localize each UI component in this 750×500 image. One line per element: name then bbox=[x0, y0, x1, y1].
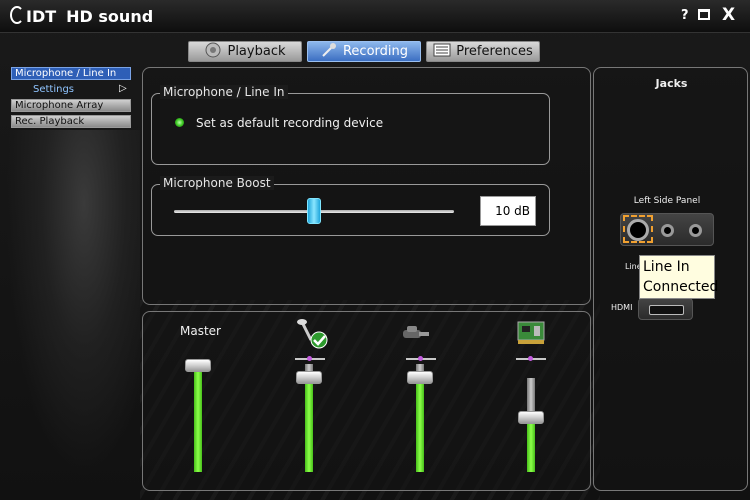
microphone-icon bbox=[320, 42, 338, 61]
fader-level-pc-card bbox=[527, 418, 535, 472]
boost-title: Microphone Boost bbox=[160, 176, 274, 190]
fader-level-microphone bbox=[305, 378, 313, 472]
left-side-panel-label: Left Side Panel bbox=[633, 196, 701, 206]
close-button[interactable]: X bbox=[722, 5, 735, 25]
jack-tooltip: Line In Connected bbox=[639, 255, 719, 299]
group-title: Microphone / Line In bbox=[160, 85, 288, 99]
boost-slider-thumb[interactable] bbox=[307, 198, 321, 224]
brand-hd: HD bbox=[66, 7, 93, 26]
speaker-icon bbox=[204, 42, 222, 61]
balance-thumb-line-in[interactable] bbox=[418, 356, 423, 361]
hdmi-port-icon[interactable] bbox=[649, 305, 684, 315]
brand-sound: sound bbox=[98, 7, 154, 26]
idt-logo-icon bbox=[10, 6, 24, 24]
tab-preferences-label: Preferences bbox=[456, 44, 533, 59]
tab-preferences[interactable]: Preferences bbox=[426, 41, 540, 62]
master-label: Master bbox=[180, 324, 221, 338]
tooltip-line-2: Connected bbox=[643, 279, 719, 295]
balance-thumb-pc-card[interactable] bbox=[528, 356, 533, 361]
pc-card-icon bbox=[514, 320, 548, 350]
fader-level-line-in bbox=[416, 378, 424, 472]
tab-recording[interactable]: Recording bbox=[307, 41, 421, 62]
minimize-button[interactable] bbox=[698, 9, 710, 20]
jacks-panel: Jacks Left Side Panel Line HDMI Line In … bbox=[593, 67, 748, 491]
tooltip-line-1: Line In bbox=[643, 259, 690, 275]
background-dancer-graphic bbox=[0, 130, 140, 500]
line-in-plug-icon bbox=[401, 324, 435, 348]
microphone-default-icon bbox=[293, 318, 329, 354]
hdmi-label: HDMI bbox=[611, 303, 633, 312]
mic-jack-icon[interactable] bbox=[661, 224, 674, 237]
hdmi-port-plate bbox=[638, 298, 693, 320]
sidebar-item-microphone-line-in[interactable]: Microphone / Line In bbox=[11, 67, 131, 80]
fader-thumb-microphone[interactable] bbox=[296, 371, 322, 385]
list-icon bbox=[433, 43, 451, 60]
microphone-boost-group: Microphone Boost 10 dB bbox=[151, 176, 550, 236]
title-bar: IDT HD sound ? X bbox=[0, 0, 750, 33]
headphone-jack-icon[interactable] bbox=[689, 224, 702, 237]
balance-thumb-microphone[interactable] bbox=[307, 356, 312, 361]
sidebar-item-microphone-array[interactable]: Microphone Array bbox=[11, 99, 131, 112]
sidebar-subitem-settings[interactable]: Settings bbox=[33, 84, 74, 95]
left-side-jack-plate bbox=[620, 213, 714, 246]
jacks-title: Jacks bbox=[655, 77, 688, 90]
default-device-label[interactable]: Set as default recording device bbox=[196, 116, 383, 130]
app-logo: IDT HD sound bbox=[10, 6, 153, 26]
brand-company: IDT bbox=[26, 7, 57, 26]
fader-thumb-pc-card[interactable] bbox=[518, 411, 544, 424]
line-in-jack-icon[interactable] bbox=[627, 219, 649, 241]
tab-playback[interactable]: Playback bbox=[188, 41, 302, 62]
fader-thumb-line-in[interactable] bbox=[407, 371, 433, 385]
fader-level-master bbox=[194, 366, 202, 472]
mixer-panel: Master bbox=[142, 311, 591, 491]
help-button[interactable]: ? bbox=[681, 8, 689, 23]
tab-recording-label: Recording bbox=[342, 44, 409, 59]
sidebar-item-rec-playback[interactable]: Rec. Playback bbox=[11, 115, 131, 128]
settings-panel: Microphone / Line In Set as default reco… bbox=[142, 67, 591, 305]
tab-playback-label: Playback bbox=[227, 44, 286, 59]
fader-thumb-master[interactable] bbox=[185, 359, 211, 373]
idt-hd-sound-window: IDT HD sound ? X Playback Recording Prefe… bbox=[0, 0, 750, 500]
boost-value-field[interactable]: 10 dB bbox=[480, 196, 536, 226]
play-arrow-icon: ▷ bbox=[119, 83, 127, 94]
microphone-line-in-group: Microphone / Line In Set as default reco… bbox=[151, 85, 550, 165]
default-device-indicator-icon[interactable] bbox=[175, 118, 184, 127]
